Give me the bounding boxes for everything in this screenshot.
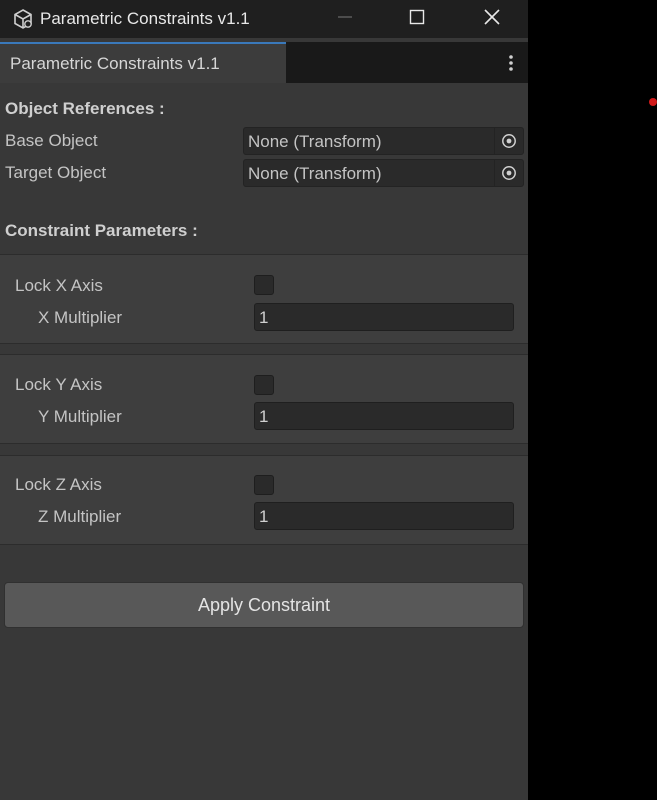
apply-constraint-button[interactable]: Apply Constraint (4, 582, 524, 628)
lock-z-label: Lock Z Axis (15, 475, 102, 494)
lock-x-checkbox[interactable] (254, 275, 274, 295)
indicator-dot (649, 98, 657, 106)
x-axis-group: Lock X Axis X Multiplier 1 (0, 254, 528, 344)
x-multiplier-field[interactable]: 1 (254, 303, 514, 331)
tab-label: Parametric Constraints v1.1 (10, 53, 220, 73)
lock-x-label: Lock X Axis (15, 276, 103, 295)
tab-parametric-constraints[interactable]: Parametric Constraints v1.1 (0, 42, 286, 83)
base-object-value: None (Transform) (248, 132, 382, 151)
tab-bar: Parametric Constraints v1.1 (0, 42, 528, 83)
minimize-button[interactable] (308, 0, 382, 34)
base-object-field[interactable]: None (Transform) (243, 127, 524, 155)
constraint-parameters-heading: Constraint Parameters : (5, 221, 198, 240)
y-axis-group: Lock Y Axis Y Multiplier 1 (0, 354, 528, 444)
object-picker-icon[interactable] (494, 160, 523, 186)
z-multiplier-label: Z Multiplier (38, 507, 122, 526)
title-bar[interactable]: Parametric Constraints v1.1 (0, 0, 528, 38)
unity-cube-icon (12, 8, 34, 30)
z-axis-group: Lock Z Axis Z Multiplier 1 (0, 455, 528, 545)
lock-z-checkbox[interactable] (254, 475, 274, 495)
z-multiplier-value: 1 (259, 507, 269, 526)
object-references-heading: Object References : (5, 99, 165, 118)
editor-window: Parametric Constraints v1.1 Parametric C… (0, 0, 528, 800)
close-button[interactable] (455, 0, 529, 34)
apply-constraint-label: Apply Constraint (197, 594, 331, 615)
kebab-menu-icon[interactable] (498, 42, 524, 83)
lock-y-label: Lock Y Axis (15, 375, 103, 394)
maximize-icon (409, 9, 425, 25)
y-multiplier-field[interactable]: 1 (254, 402, 514, 430)
x-multiplier-value: 1 (259, 308, 269, 327)
z-multiplier-field[interactable]: 1 (254, 502, 514, 530)
lock-y-checkbox[interactable] (254, 375, 274, 395)
minimize-icon (338, 16, 352, 18)
x-multiplier-label: X Multiplier (38, 308, 123, 327)
target-object-value: None (Transform) (248, 164, 382, 183)
target-object-label: Target Object (5, 163, 107, 182)
window-title: Parametric Constraints v1.1 (40, 9, 250, 28)
object-picker-icon[interactable] (494, 128, 523, 154)
y-multiplier-label: Y Multiplier (38, 407, 122, 426)
base-object-label: Base Object (5, 131, 98, 150)
target-object-field[interactable]: None (Transform) (243, 159, 524, 187)
y-multiplier-value: 1 (259, 407, 269, 426)
close-icon (484, 9, 500, 25)
maximize-button[interactable] (380, 0, 454, 34)
